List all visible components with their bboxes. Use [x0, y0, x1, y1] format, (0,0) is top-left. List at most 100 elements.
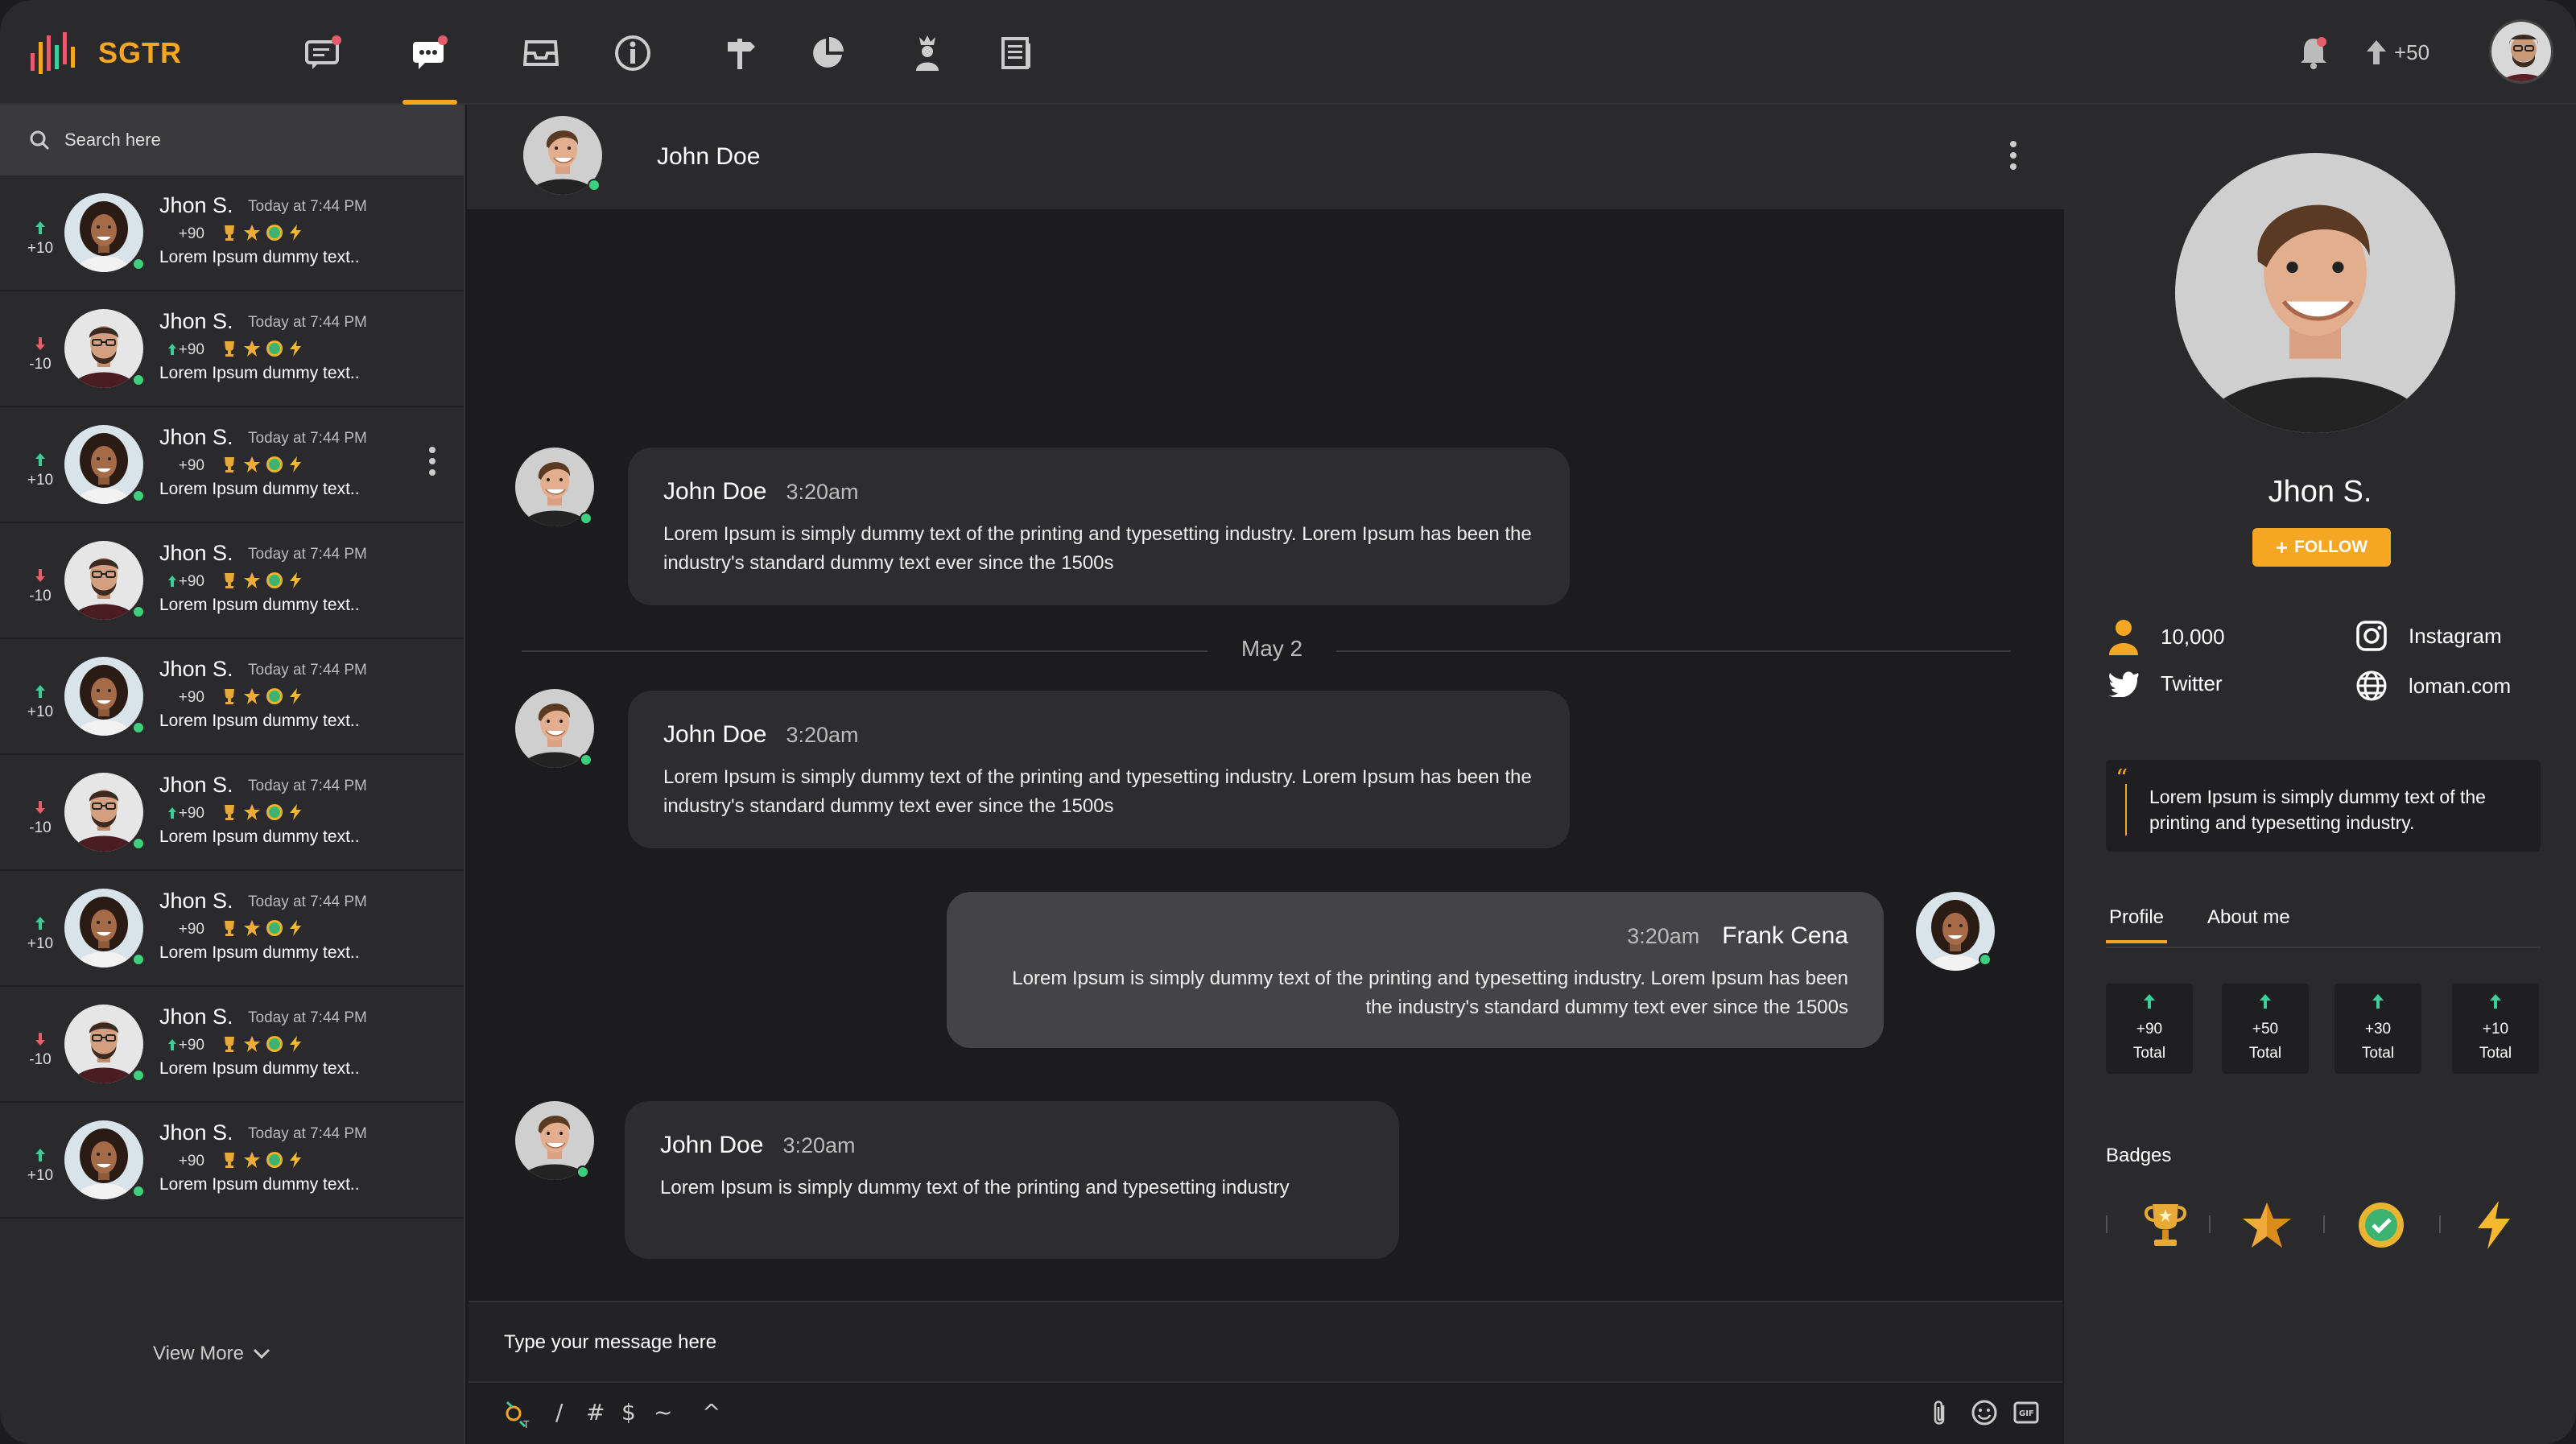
signpost-icon[interactable]	[718, 31, 763, 76]
rank-delta: +10	[24, 1148, 56, 1185]
online-indicator	[132, 721, 145, 734]
contact-item[interactable]: -10 Jhon S. Today at 7:44 PM +90 Lorem I…	[0, 291, 464, 407]
contact-time: Today at 7:44 PM	[248, 1125, 367, 1142]
instagram-link[interactable]: Instagram	[2355, 620, 2502, 652]
contact-item[interactable]: +10 Jhon S. Today at 7:44 PM +90 Lorem I…	[0, 407, 464, 523]
tab-underline	[2106, 947, 2541, 948]
contact-points: +90	[159, 457, 204, 475]
star-icon	[244, 804, 260, 820]
website-label: loman.com	[2409, 673, 2512, 698]
trophy-icon	[225, 1037, 234, 1052]
contact-avatar	[64, 889, 143, 967]
logo[interactable]: SGTR	[29, 29, 182, 77]
contact-item[interactable]: +10 Jhon S. Today at 7:44 PM +90 Lorem I…	[0, 871, 464, 987]
user-avatar[interactable]	[2489, 19, 2553, 84]
view-more-label: View More	[153, 1343, 244, 1364]
stat-value: +50	[2252, 1021, 2279, 1038]
rank-delta-value: -10	[29, 588, 52, 604]
lightning-icon	[290, 920, 301, 936]
chat-bubbles-icon[interactable]	[301, 31, 346, 76]
contact-preview: Lorem Ipsum dummy text..	[159, 827, 360, 846]
message-time: 3:20am	[1627, 924, 1700, 948]
more-options-icon[interactable]	[2009, 140, 2017, 176]
contact-points-value: +90	[178, 457, 204, 474]
caret-button[interactable]: ^	[702, 1399, 720, 1425]
contact-time: Today at 7:44 PM	[248, 893, 367, 910]
inbox-icon[interactable]	[518, 31, 564, 76]
message-sender: Frank Cena	[1722, 922, 1848, 949]
message-time: 3:20am	[786, 723, 859, 747]
stat-card: +50 Total	[2222, 984, 2309, 1074]
trend-down-icon	[35, 1033, 45, 1046]
follow-button[interactable]: + FOLLOW	[2252, 528, 2391, 567]
rank-delta: +10	[24, 221, 56, 258]
contact-avatar	[64, 309, 143, 388]
arrow-up-icon	[2260, 994, 2271, 1009]
news-icon[interactable]	[993, 31, 1038, 76]
conversation-sidebar: +10 Jhon S. Today at 7:44 PM +90 Lorem I…	[0, 105, 465, 1444]
svg-text:T: T	[522, 1419, 530, 1430]
contact-item[interactable]: -10 Jhon S. Today at 7:44 PM +90 Lorem I…	[0, 523, 464, 639]
search-icon	[30, 130, 50, 151]
gif-icon[interactable]: GIF	[2013, 1399, 2040, 1432]
contact-item[interactable]: +10 Jhon S. Today at 7:44 PM +90 Lorem I…	[0, 639, 464, 755]
star-icon	[244, 1152, 260, 1168]
contact-points-value: +90	[178, 341, 204, 358]
leaderboard-icon[interactable]	[905, 31, 950, 76]
mention-icon[interactable]: T	[501, 1397, 533, 1435]
contact-points-value: +90	[178, 225, 204, 242]
bell-icon[interactable]	[2291, 31, 2336, 76]
view-more-button[interactable]: View More	[153, 1343, 271, 1365]
pie-chart-icon[interactable]	[805, 31, 850, 76]
contact-avatar	[64, 541, 143, 620]
trend-up-icon	[35, 1149, 45, 1161]
online-indicator	[576, 1166, 589, 1178]
rank-delta-value: -10	[29, 1051, 52, 1068]
messages-icon[interactable]	[402, 31, 457, 105]
contact-points: +90	[159, 1153, 204, 1170]
online-indicator	[132, 953, 145, 966]
contact-time: Today at 7:44 PM	[248, 546, 367, 563]
contact-item[interactable]: +10 Jhon S. Today at 7:44 PM +90 Lorem I…	[0, 175, 464, 291]
search-input[interactable]	[64, 130, 386, 151]
trend-down-icon	[35, 569, 45, 582]
star-icon	[244, 225, 260, 241]
contact-item[interactable]: +10 Jhon S. Today at 7:44 PM +90 Lorem I…	[0, 1103, 464, 1219]
hashtag-button[interactable]: #	[586, 1399, 605, 1425]
slash-command-button[interactable]: /	[555, 1399, 563, 1425]
message-sender: John Doe	[663, 721, 767, 748]
contact-item[interactable]: -10 Jhon S. Today at 7:44 PM +90 Lorem I…	[0, 755, 464, 871]
message-bubble: John Doe 3:20am Lorem Ipsum is simply dum…	[625, 1101, 1399, 1259]
follow-label: FOLLOW	[2294, 538, 2368, 556]
online-indicator	[132, 1069, 145, 1082]
contact-points-value: +90	[178, 573, 204, 590]
search-bar[interactable]	[0, 105, 464, 175]
chat-header: John Doe	[467, 105, 2064, 209]
online-indicator	[580, 512, 592, 525]
contact-avatar	[64, 425, 143, 504]
tab-profile[interactable]: Profile	[2105, 906, 2168, 943]
rank-delta: +10	[24, 452, 56, 489]
tilde-button[interactable]: ~	[654, 1399, 672, 1425]
info-icon[interactable]	[610, 31, 655, 76]
profile-name: Jhon S.	[2268, 475, 2372, 509]
more-options-icon[interactable]	[428, 446, 436, 482]
contact-badges	[221, 803, 303, 821]
emoji-icon[interactable]	[1971, 1399, 1998, 1432]
contact-item[interactable]: -10 Jhon S. Today at 7:44 PM +90 Lorem I…	[0, 987, 464, 1103]
website-link[interactable]: loman.com	[2355, 670, 2511, 702]
contact-name: Jhon S.	[159, 541, 233, 565]
trend-down-icon	[35, 801, 45, 814]
twitter-link[interactable]: Twitter	[2107, 670, 2223, 697]
online-indicator	[132, 489, 145, 502]
cashtag-button[interactable]: $	[621, 1399, 636, 1425]
message-input[interactable]	[504, 1326, 1631, 1359]
stat-card: +30 Total	[2334, 984, 2421, 1074]
stat-label: Total	[2132, 1045, 2166, 1062]
contact-points-value: +90	[178, 921, 204, 938]
attachment-icon[interactable]	[1930, 1399, 1950, 1434]
trophy-icon	[225, 457, 234, 472]
points-label: +50	[2394, 39, 2430, 64]
tab-about-me[interactable]: About me	[2207, 906, 2290, 929]
verified-icon	[2352, 1196, 2410, 1254]
